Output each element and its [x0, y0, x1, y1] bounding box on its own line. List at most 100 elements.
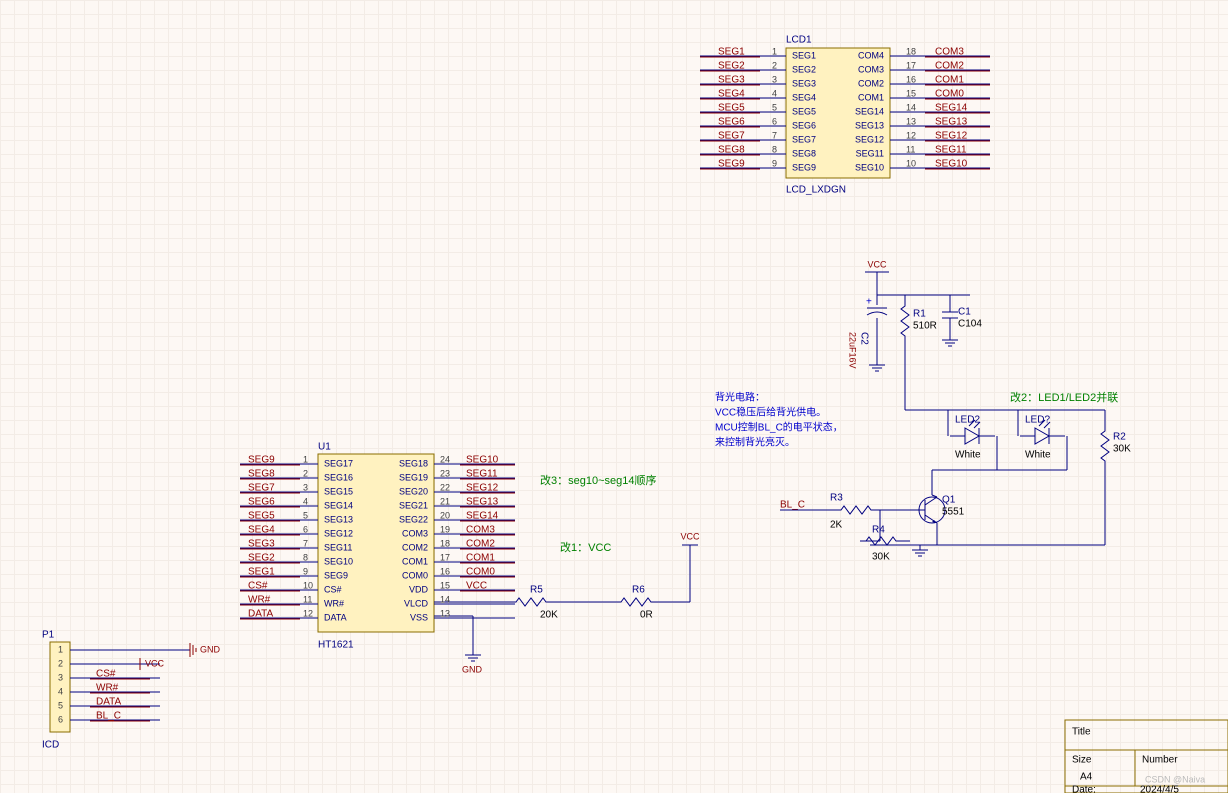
c1-val: C104	[958, 319, 982, 330]
svg-text:SEG7: SEG7	[248, 483, 275, 494]
svg-text:5: 5	[772, 102, 777, 112]
svg-text:5: 5	[58, 700, 63, 710]
svg-text:10: 10	[906, 158, 916, 168]
svg-text:3: 3	[58, 672, 63, 682]
svg-text:6: 6	[772, 116, 777, 126]
svg-text:SEG12: SEG12	[855, 134, 884, 144]
svg-text:CS#: CS#	[96, 669, 116, 680]
svg-text:6: 6	[58, 714, 63, 724]
svg-text:4: 4	[58, 686, 63, 696]
svg-text:3: 3	[772, 74, 777, 84]
tb-num: Number	[1142, 755, 1178, 766]
svg-text:9: 9	[772, 158, 777, 168]
svg-text:24: 24	[440, 454, 450, 464]
vcc-label: VCC	[867, 259, 887, 269]
svg-text:COM2: COM2	[466, 539, 495, 550]
svg-text:SEG13: SEG13	[466, 497, 499, 508]
svg-text:SEG13: SEG13	[855, 120, 884, 130]
tb-size: Size	[1072, 755, 1092, 766]
svg-text:15: 15	[440, 580, 450, 590]
svg-text:17: 17	[440, 552, 450, 562]
lcd1-type: LCD_LXDGN	[786, 185, 846, 196]
svg-text:23: 23	[440, 468, 450, 478]
svg-text:SEG11: SEG11	[324, 542, 352, 552]
tb-a4: A4	[1080, 772, 1093, 783]
svg-text:18: 18	[440, 538, 450, 548]
svg-text:COM1: COM1	[858, 92, 884, 102]
tb-date: Date:	[1072, 785, 1096, 793]
svg-text:15: 15	[906, 88, 916, 98]
svg-text:19: 19	[440, 524, 450, 534]
svg-text:SEG13: SEG13	[324, 514, 353, 524]
note-blue-3: 来控制背光亮灭。	[715, 436, 795, 449]
svg-text:17: 17	[906, 60, 916, 70]
r4-ref: R4	[872, 525, 885, 536]
svg-text:2: 2	[58, 658, 63, 668]
svg-text:SEG14: SEG14	[935, 103, 968, 114]
svg-text:DATA: DATA	[324, 612, 347, 622]
svg-text:COM4: COM4	[858, 50, 884, 60]
lcd1-ref: LCD1	[786, 35, 812, 46]
svg-text:SEG3: SEG3	[792, 78, 816, 88]
note-blue-2: MCU控制BL_C的电平状态，	[715, 421, 843, 434]
svg-text:SEG16: SEG16	[324, 472, 353, 482]
svg-text:2: 2	[303, 468, 308, 478]
tb-dateval: 2024/4/5	[1140, 785, 1179, 793]
svg-text:CS#: CS#	[324, 584, 342, 594]
r4-val: 30K	[872, 552, 890, 563]
svg-text:SEG21: SEG21	[399, 500, 428, 510]
svg-text:SEG7: SEG7	[792, 134, 816, 144]
svg-text:1: 1	[772, 46, 777, 56]
svg-text:SEG9: SEG9	[718, 159, 745, 170]
svg-text:SEG6: SEG6	[792, 120, 816, 130]
svg-text:SEG15: SEG15	[324, 486, 353, 496]
svg-text:COM1: COM1	[402, 556, 428, 566]
svg-text:3: 3	[303, 482, 308, 492]
svg-text:SEG18: SEG18	[399, 458, 428, 468]
note-g3: 改2：LED1/LED2并联	[1010, 390, 1118, 404]
svg-text:11: 11	[906, 144, 915, 154]
svg-text:SEG2: SEG2	[792, 64, 816, 74]
svg-text:4: 4	[772, 88, 777, 98]
svg-text:5: 5	[303, 510, 308, 520]
svg-text:SEG10: SEG10	[935, 159, 968, 170]
svg-text:SEG11: SEG11	[935, 145, 967, 156]
r6-ref: R6	[632, 585, 645, 596]
r5-val: 20K	[540, 610, 558, 621]
svg-text:21: 21	[440, 496, 450, 506]
svg-text:VCC: VCC	[466, 581, 487, 592]
c2-ref: C2	[858, 332, 869, 345]
svg-text:8: 8	[303, 552, 308, 562]
svg-text:10: 10	[303, 580, 313, 590]
svg-text:12: 12	[303, 608, 313, 618]
svg-text:SEG5: SEG5	[792, 106, 816, 116]
led1-ref: LED?	[1025, 415, 1050, 426]
svg-text:+: +	[866, 297, 872, 308]
svg-text:7: 7	[772, 130, 777, 140]
p1-ref: P1	[42, 630, 55, 641]
svg-text:SEG10: SEG10	[324, 556, 353, 566]
svg-text:COM3: COM3	[858, 64, 884, 74]
note-blue-1: VCC稳压后给背光供电。	[715, 406, 826, 419]
svg-text:COM1: COM1	[935, 75, 964, 86]
q1-ref: Q1	[942, 495, 956, 506]
svg-text:SEG2: SEG2	[248, 553, 275, 564]
svg-text:13: 13	[440, 608, 450, 618]
svg-text:COM1: COM1	[466, 553, 495, 564]
svg-text:SEG8: SEG8	[792, 148, 816, 158]
svg-text:COM0: COM0	[402, 570, 428, 580]
led2-ref: LED2	[955, 415, 980, 426]
svg-text:SEG1: SEG1	[248, 567, 275, 578]
svg-text:16: 16	[440, 566, 450, 576]
svg-text:SEG7: SEG7	[718, 131, 745, 142]
note-blue-0: 背光电路：	[715, 391, 765, 404]
svg-text:DATA: DATA	[248, 609, 274, 620]
note-g1: 改3：seg10~seg14顺序	[540, 473, 656, 487]
svg-text:SEG10: SEG10	[466, 455, 499, 466]
svg-text:SEG3: SEG3	[248, 539, 275, 550]
r1-ref: R1	[913, 309, 926, 320]
svg-text:SEG9: SEG9	[792, 162, 816, 172]
svg-text:SEG5: SEG5	[718, 103, 745, 114]
svg-text:SEG8: SEG8	[248, 469, 275, 480]
r6-val: 0R	[640, 610, 653, 621]
